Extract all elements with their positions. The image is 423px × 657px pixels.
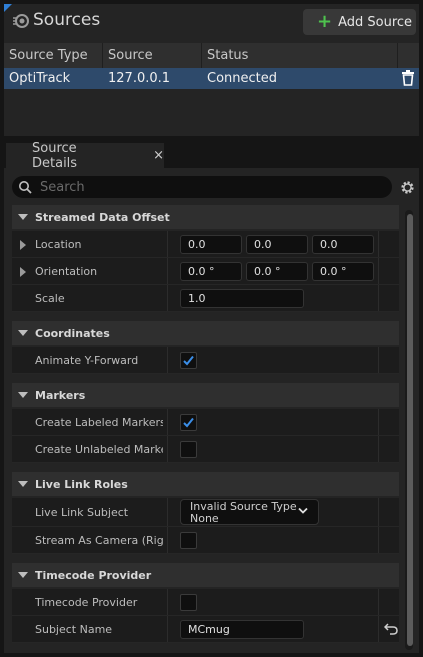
section-header-streamed-data-offset[interactable]: Streamed Data Offset [12,205,399,229]
collapse-arrow-icon [18,214,28,220]
column-divider [167,258,168,284]
column-divider [167,347,168,373]
chevron-down-icon [298,507,308,514]
trash-icon[interactable] [401,70,415,86]
property-label: Animate Y-Forward [35,354,139,367]
stream-as-camera-checkbox[interactable] [180,532,197,549]
section-title: Live Link Roles [35,477,128,491]
column-divider [378,285,379,311]
property-row-orientation: Orientation 0.0 ° 0.0 ° 0.0 ° [12,258,399,285]
cell-source-machine: 127.0.0.1 [108,71,171,86]
collapse-arrow-icon [18,392,28,398]
cell-source-type: OptiTrack [9,71,71,86]
location-y-field[interactable]: 0.0 [246,235,308,254]
property-label: Create Labeled Markers [35,416,163,429]
column-divider [167,527,168,553]
collapse-arrow-icon [18,330,28,336]
column-divider [378,409,379,435]
section-header-live-link-roles[interactable]: Live Link Roles [12,472,399,496]
checkmark-icon [183,417,194,428]
column-divider [167,285,168,311]
reset-to-default-icon[interactable] [384,623,398,635]
create-unlabeled-markers-checkbox[interactable] [180,441,197,458]
column-divider [378,258,379,284]
property-row-create-labeled-markers: Create Labeled Markers [12,409,399,436]
column-divider [378,231,379,257]
checkmark-icon [183,355,194,366]
column-divider [167,616,168,642]
subject-name-field[interactable]: MCmug [180,620,304,639]
property-row-subject-name: Subject Name MCmug [12,616,399,643]
panel-corner-marker [4,4,12,12]
collapse-arrow-icon [18,481,28,487]
plus-icon: + [317,11,333,32]
expand-arrow-icon[interactable] [20,240,26,250]
property-label: Orientation [35,265,98,278]
sources-title: Sources [33,10,101,30]
sources-table-header: Source Type Source Machine Status [4,43,419,88]
property-row-scale: Scale 1.0 [12,285,399,312]
property-label: Location [35,238,82,251]
section-header-coordinates[interactable]: Coordinates [12,321,399,345]
property-row-animate-y-forward: Animate Y-Forward [12,347,399,374]
column-divider [378,347,379,373]
location-x-field[interactable]: 0.0 [180,235,242,254]
create-labeled-markers-checkbox[interactable] [180,414,197,431]
search-icon [19,181,32,194]
section-header-timecode-provider[interactable]: Timecode Provider [12,563,399,587]
orientation-z-field[interactable]: 0.0 ° [312,262,374,281]
property-label: Live Link Subject [35,506,129,519]
animate-y-forward-checkbox[interactable] [180,352,197,369]
property-row-timecode-provider: Timecode Provider [12,589,399,616]
gear-icon[interactable] [399,179,416,196]
tab-source-details[interactable]: Source Details × [6,140,164,171]
property-row-location: Location 0.0 0.0 0.0 [12,231,399,258]
column-divider [378,436,379,462]
column-divider [167,409,168,435]
live-link-subject-dropdown[interactable]: Invalid Source Type None [180,499,319,525]
section-title: Streamed Data Offset [35,210,170,224]
search-input[interactable] [40,176,380,198]
dropdown-value-line2: None [190,512,219,525]
live-link-icon [13,14,29,28]
section-title: Timecode Provider [35,568,152,582]
property-row-live-link-subject: Live Link Subject Invalid Source Type No… [12,498,399,527]
collapse-arrow-icon [18,572,28,578]
orientation-y-field[interactable]: 0.0 ° [246,262,308,281]
close-icon[interactable]: × [153,148,164,163]
tab-source-details-label: Source Details [32,140,78,171]
column-divider [378,616,379,642]
column-header-status[interactable]: Status [202,43,398,68]
column-divider [167,498,168,526]
scale-field[interactable]: 1.0 [180,289,304,308]
section-title: Coordinates [35,326,110,340]
orientation-x-field[interactable]: 0.0 ° [180,262,242,281]
section-header-markers[interactable]: Markers [12,383,399,407]
add-source-button[interactable]: + Add Source [303,9,416,35]
location-z-field[interactable]: 0.0 [312,235,374,254]
timecode-provider-checkbox[interactable] [180,594,197,611]
column-divider [167,589,168,615]
column-divider [378,527,379,553]
section-title: Markers [35,388,86,402]
property-label: Subject Name [35,623,113,636]
cell-status: Connected [207,71,278,86]
column-divider [378,498,379,526]
property-row-create-unlabeled-markers: Create Unlabeled Markers [12,436,399,463]
column-header-source-machine[interactable]: Source Machine [103,43,202,88]
property-label: Stream As Camera (Rigi... [35,534,163,547]
column-divider [378,589,379,615]
column-header-actions [398,43,419,68]
column-divider [167,436,168,462]
property-row-stream-as-camera: Stream As Camera (Rigi... [12,527,399,554]
expand-arrow-icon[interactable] [20,267,26,277]
property-label: Scale [35,292,65,305]
property-label: Create Unlabeled Markers [35,443,163,456]
scrollbar-thumb[interactable] [407,214,413,646]
add-source-label: Add Source [338,14,413,30]
column-header-source-type[interactable]: Source Type [4,43,103,68]
property-label: Timecode Provider [35,596,138,609]
table-row[interactable]: OptiTrack 127.0.0.1 Connected [4,68,419,89]
column-divider [167,231,168,257]
